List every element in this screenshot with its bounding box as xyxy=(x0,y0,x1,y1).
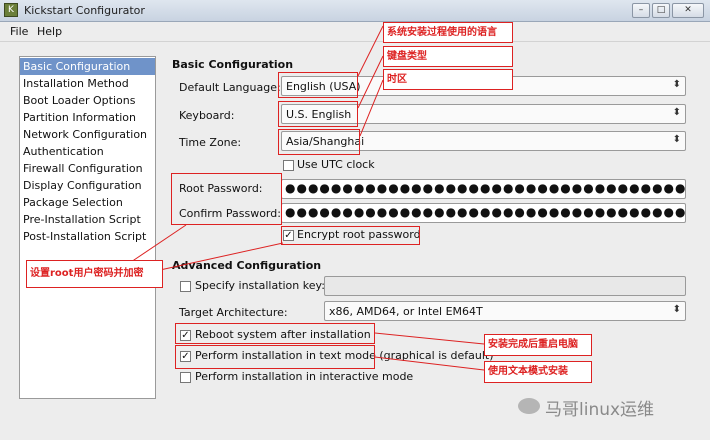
use-utc-clock-checkbox[interactable] xyxy=(283,160,294,171)
menu-help[interactable]: Help xyxy=(37,25,62,38)
encrypt-root-password-checkbox[interactable]: ✓ xyxy=(283,230,294,241)
sidebar-item-installation-method[interactable]: Installation Method xyxy=(20,75,155,92)
app-icon: K xyxy=(4,3,18,17)
sidebar-item-package-selection[interactable]: Package Selection xyxy=(20,194,155,211)
text-mode-annotation: 使用文本模式安装 xyxy=(484,361,592,383)
advanced-configuration-heading: Advanced Configuration xyxy=(172,259,322,272)
interactive-mode-label: Perform installation in interactive mode xyxy=(195,370,414,383)
combo-arrow-icon: ⬍ xyxy=(672,79,681,90)
reboot-annotation: 安装完成后重启电脑 xyxy=(484,334,592,356)
combo-arrow-icon: ⬍ xyxy=(672,107,681,118)
confirm-password-input[interactable]: ●●●●●●●●●●●●●●●●●●●●●●●●●●●●●●●●●●●●●●●●… xyxy=(281,203,686,223)
wechat-logo-icon xyxy=(518,398,540,414)
window-title: Kickstart Configurator xyxy=(24,4,145,17)
time-zone-select[interactable]: Asia/Shanghai ⬍ xyxy=(281,131,686,151)
text-mode-checkbox[interactable]: ✓ xyxy=(180,351,191,362)
default-language-label: Default Language: xyxy=(179,81,281,94)
timezone-annotation: 时区 xyxy=(383,69,513,90)
title-bar: K Kickstart Configurator – □ ✕ xyxy=(0,0,710,22)
sidebar-item-boot-loader-options[interactable]: Boot Loader Options xyxy=(20,92,155,109)
target-architecture-label: Target Architecture: xyxy=(179,306,288,319)
installation-key-label: Specify installation key: xyxy=(195,279,325,292)
sidebar-item-network-configuration[interactable]: Network Configuration xyxy=(20,126,155,143)
sidebar-item-partition-information[interactable]: Partition Information xyxy=(20,109,155,126)
interactive-mode-checkbox[interactable] xyxy=(180,372,191,383)
basic-configuration-heading: Basic Configuration xyxy=(172,58,294,71)
root-password-annotation: 设置root用户密码并加密 xyxy=(26,260,163,288)
installation-key-input[interactable] xyxy=(324,276,686,296)
reboot-connector xyxy=(374,332,485,345)
sidebar-item-pre-installation-script[interactable]: Pre-Installation Script xyxy=(20,211,155,228)
keyboard-label: Keyboard: xyxy=(179,109,235,122)
root-password-mask: ●●●●●●●●●●●●●●●●●●●●●●●●●●●●●●●●●●●●●●●●… xyxy=(285,181,686,195)
sidebar-item-post-installation-script[interactable]: Post-Installation Script xyxy=(20,228,155,245)
menu-bar: File Help xyxy=(0,22,710,42)
time-zone-value: Asia/Shanghai xyxy=(286,135,365,148)
maximize-button[interactable]: □ xyxy=(652,3,670,18)
sidebar-list: Basic Configuration Installation Method … xyxy=(19,56,156,399)
root-password-label: Root Password: xyxy=(179,182,263,195)
combo-arrow-icon: ⬍ xyxy=(672,304,681,315)
close-button[interactable]: ✕ xyxy=(672,3,704,18)
combo-arrow-icon: ⬍ xyxy=(672,134,681,145)
keyboard-annotation: 键盘类型 xyxy=(383,46,513,67)
reboot-label: Reboot system after installation xyxy=(195,328,371,341)
menu-file[interactable]: File xyxy=(10,25,28,38)
sidebar-item-firewall-configuration[interactable]: Firewall Configuration xyxy=(20,160,155,177)
keyboard-value: U.S. English xyxy=(286,108,352,121)
confirm-password-label: Confirm Password: xyxy=(179,207,281,220)
sidebar-item-basic-configuration[interactable]: Basic Configuration xyxy=(20,58,155,75)
keyboard-select[interactable]: U.S. English ⬍ xyxy=(281,104,686,124)
target-architecture-select[interactable]: x86, AMD64, or Intel EM64T ⬍ xyxy=(324,301,686,321)
reboot-checkbox[interactable]: ✓ xyxy=(180,330,191,341)
sidebar-item-authentication[interactable]: Authentication xyxy=(20,143,155,160)
time-zone-label: Time Zone: xyxy=(179,136,242,149)
watermark-text: 马哥linux运维 xyxy=(545,400,655,420)
text-mode-label: Perform installation in text mode (graph… xyxy=(195,349,494,362)
root-password-input[interactable]: ●●●●●●●●●●●●●●●●●●●●●●●●●●●●●●●●●●●●●●●●… xyxy=(281,179,686,199)
use-utc-clock-label: Use UTC clock xyxy=(297,158,375,171)
confirm-password-mask: ●●●●●●●●●●●●●●●●●●●●●●●●●●●●●●●●●●●●●●●●… xyxy=(285,205,686,219)
language-annotation: 系统安装过程使用的语言 xyxy=(383,22,513,43)
default-language-value: English (USA) xyxy=(286,80,361,93)
minimize-button[interactable]: – xyxy=(632,3,650,18)
encrypt-root-password-label: Encrypt root password xyxy=(297,228,421,241)
installation-key-checkbox[interactable] xyxy=(180,281,191,292)
target-architecture-value: x86, AMD64, or Intel EM64T xyxy=(329,305,483,318)
sidebar-item-display-configuration[interactable]: Display Configuration xyxy=(20,177,155,194)
